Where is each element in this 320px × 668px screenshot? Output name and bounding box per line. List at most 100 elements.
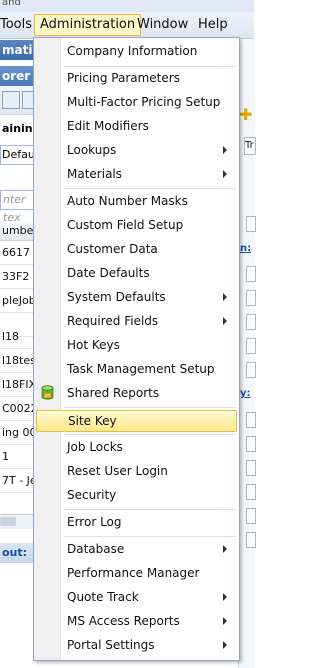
menu-item-label: Date Defaults (67, 266, 150, 280)
submenu-arrow-icon (223, 593, 227, 601)
menu-item-label: Pricing Parameters (67, 71, 180, 85)
table-row[interactable]: l18test (0, 349, 36, 373)
right-field[interactable] (246, 508, 256, 524)
menu-item-label: Shared Reports (67, 386, 160, 400)
menu-item-system-defaults[interactable]: System Defaults (34, 286, 239, 308)
menu-item-label: Edit Modifiers (67, 119, 149, 133)
menu-item-edit-modifiers[interactable]: Edit Modifiers (34, 115, 239, 137)
menu-item-security[interactable]: Security (34, 484, 239, 506)
submenu-arrow-icon (223, 641, 227, 649)
right-field[interactable] (246, 290, 256, 306)
menu-item-job-locks[interactable]: Job Locks (34, 436, 239, 458)
menu-item-pricing-parameters[interactable]: Pricing Parameters (34, 67, 239, 89)
grid-horizontal-scrollbar[interactable] (0, 514, 34, 529)
menu-item-reset-user-login[interactable]: Reset User Login (34, 460, 239, 482)
menubar: Tools Administration Window Help (0, 12, 254, 39)
submenu-arrow-icon (223, 545, 227, 553)
menu-item-materials[interactable]: Materials (34, 163, 239, 185)
table-row[interactable]: pleJob (0, 289, 36, 313)
menu-item-label: Company Information (67, 44, 198, 58)
menu-item-portal-settings[interactable]: Portal Settings (34, 634, 239, 656)
menu-item-label: Required Fields (67, 314, 159, 328)
menu-item-lookups[interactable]: Lookups (34, 139, 239, 161)
menu-item-label: Hot Keys (67, 338, 120, 352)
menu-item-label: Performance Manager (67, 566, 200, 580)
right-field[interactable] (246, 338, 256, 354)
right-field[interactable] (246, 266, 256, 282)
right-link[interactable]: y: (240, 388, 251, 399)
right-tab[interactable]: Tr (244, 137, 256, 155)
menu-item-label: Lookups (67, 143, 117, 157)
menu-separator (64, 188, 236, 189)
right-field[interactable] (246, 314, 256, 330)
submenu-arrow-icon (223, 146, 227, 154)
submenu-arrow-icon (223, 170, 227, 178)
menu-window[interactable]: Window (131, 15, 194, 35)
window-title: and (2, 0, 21, 8)
submenu-arrow-icon (223, 317, 227, 325)
right-field[interactable] (246, 436, 256, 452)
footer-label: out: (0, 543, 36, 563)
database-icon (41, 385, 54, 400)
menu-item-date-defaults[interactable]: Date Defaults (34, 262, 239, 284)
menu-item-multi-factor-pricing-setup[interactable]: Multi-Factor Pricing Setup (34, 91, 239, 113)
menu-item-performance-manager[interactable]: Performance Manager (34, 562, 239, 584)
table-row[interactable]: 6617 (0, 241, 36, 265)
menu-separator (64, 509, 236, 510)
menu-item-ms-access-reports[interactable]: MS Access Reports (34, 610, 239, 632)
explorer-tool-icon[interactable] (2, 91, 20, 109)
menu-separator (64, 536, 236, 537)
menu-item-shared-reports[interactable]: Shared Reports (34, 382, 239, 404)
menu-item-database[interactable]: Database (34, 538, 239, 560)
right-field[interactable] (246, 460, 256, 476)
scrollbar-thumb[interactable] (0, 517, 16, 526)
table-row[interactable]: ing 001 (0, 421, 36, 445)
menu-item-label: Site Key (68, 414, 117, 428)
table-row[interactable]: l18FIX (0, 373, 36, 397)
table-row[interactable]: 7T - Je (0, 469, 36, 493)
menu-item-label: Customer Data (67, 242, 158, 256)
menu-item-label: Materials (67, 167, 123, 181)
menu-separator (64, 434, 236, 435)
table-row[interactable]: C0022 (0, 397, 36, 421)
menu-item-customer-data[interactable]: Customer Data (34, 238, 239, 260)
administration-dropdown-menu: Company Information Pricing Parameters M… (33, 37, 240, 661)
submenu-arrow-icon (223, 293, 227, 301)
menu-item-auto-number-masks[interactable]: Auto Number Masks (34, 190, 239, 212)
submenu-arrow-icon (223, 617, 227, 625)
menu-separator (64, 407, 236, 408)
table-row[interactable]: l18 (0, 325, 36, 349)
right-link[interactable]: n: (240, 243, 251, 254)
menu-help[interactable]: Help (192, 15, 234, 35)
menu-item-error-log[interactable]: Error Log (34, 511, 239, 533)
menu-administration[interactable]: Administration (34, 14, 142, 36)
explorer-filter-combo[interactable]: Default (0, 145, 42, 165)
menu-item-company-information[interactable]: Company Information (34, 40, 239, 62)
menu-item-task-management-setup[interactable]: Task Management Setup (34, 358, 239, 380)
menu-item-site-key[interactable]: Site Key (36, 410, 237, 432)
right-field[interactable] (246, 216, 256, 232)
menu-item-label: Error Log (67, 515, 122, 529)
menu-item-label: System Defaults (67, 290, 166, 304)
menu-item-label: Job Locks (67, 440, 123, 454)
right-field[interactable] (246, 412, 256, 428)
menu-tools[interactable]: Tools (0, 15, 38, 35)
menu-item-label: Reset User Login (67, 464, 168, 478)
menu-item-label: Multi-Factor Pricing Setup (67, 95, 221, 109)
menu-item-label: Quote Track (67, 590, 139, 604)
table-row[interactable]: 33F2 (0, 265, 36, 289)
menu-item-label: Task Management Setup (67, 362, 215, 376)
menu-item-required-fields[interactable]: Required Fields (34, 310, 239, 332)
menu-item-hot-keys[interactable]: Hot Keys (34, 334, 239, 356)
table-row[interactable]: 1 (0, 445, 36, 469)
right-field[interactable] (246, 532, 256, 548)
menu-item-label: MS Access Reports (67, 614, 180, 628)
menu-item-label: Database (67, 542, 125, 556)
add-icon[interactable]: ✚ (239, 105, 252, 124)
menu-item-quote-track[interactable]: Quote Track (34, 586, 239, 608)
grid-column-header[interactable]: umber (0, 222, 38, 241)
menu-item-custom-field-setup[interactable]: Custom Field Setup (34, 214, 239, 236)
right-field[interactable] (246, 484, 256, 500)
right-field[interactable] (246, 362, 256, 378)
menu-item-label: Portal Settings (67, 638, 155, 652)
